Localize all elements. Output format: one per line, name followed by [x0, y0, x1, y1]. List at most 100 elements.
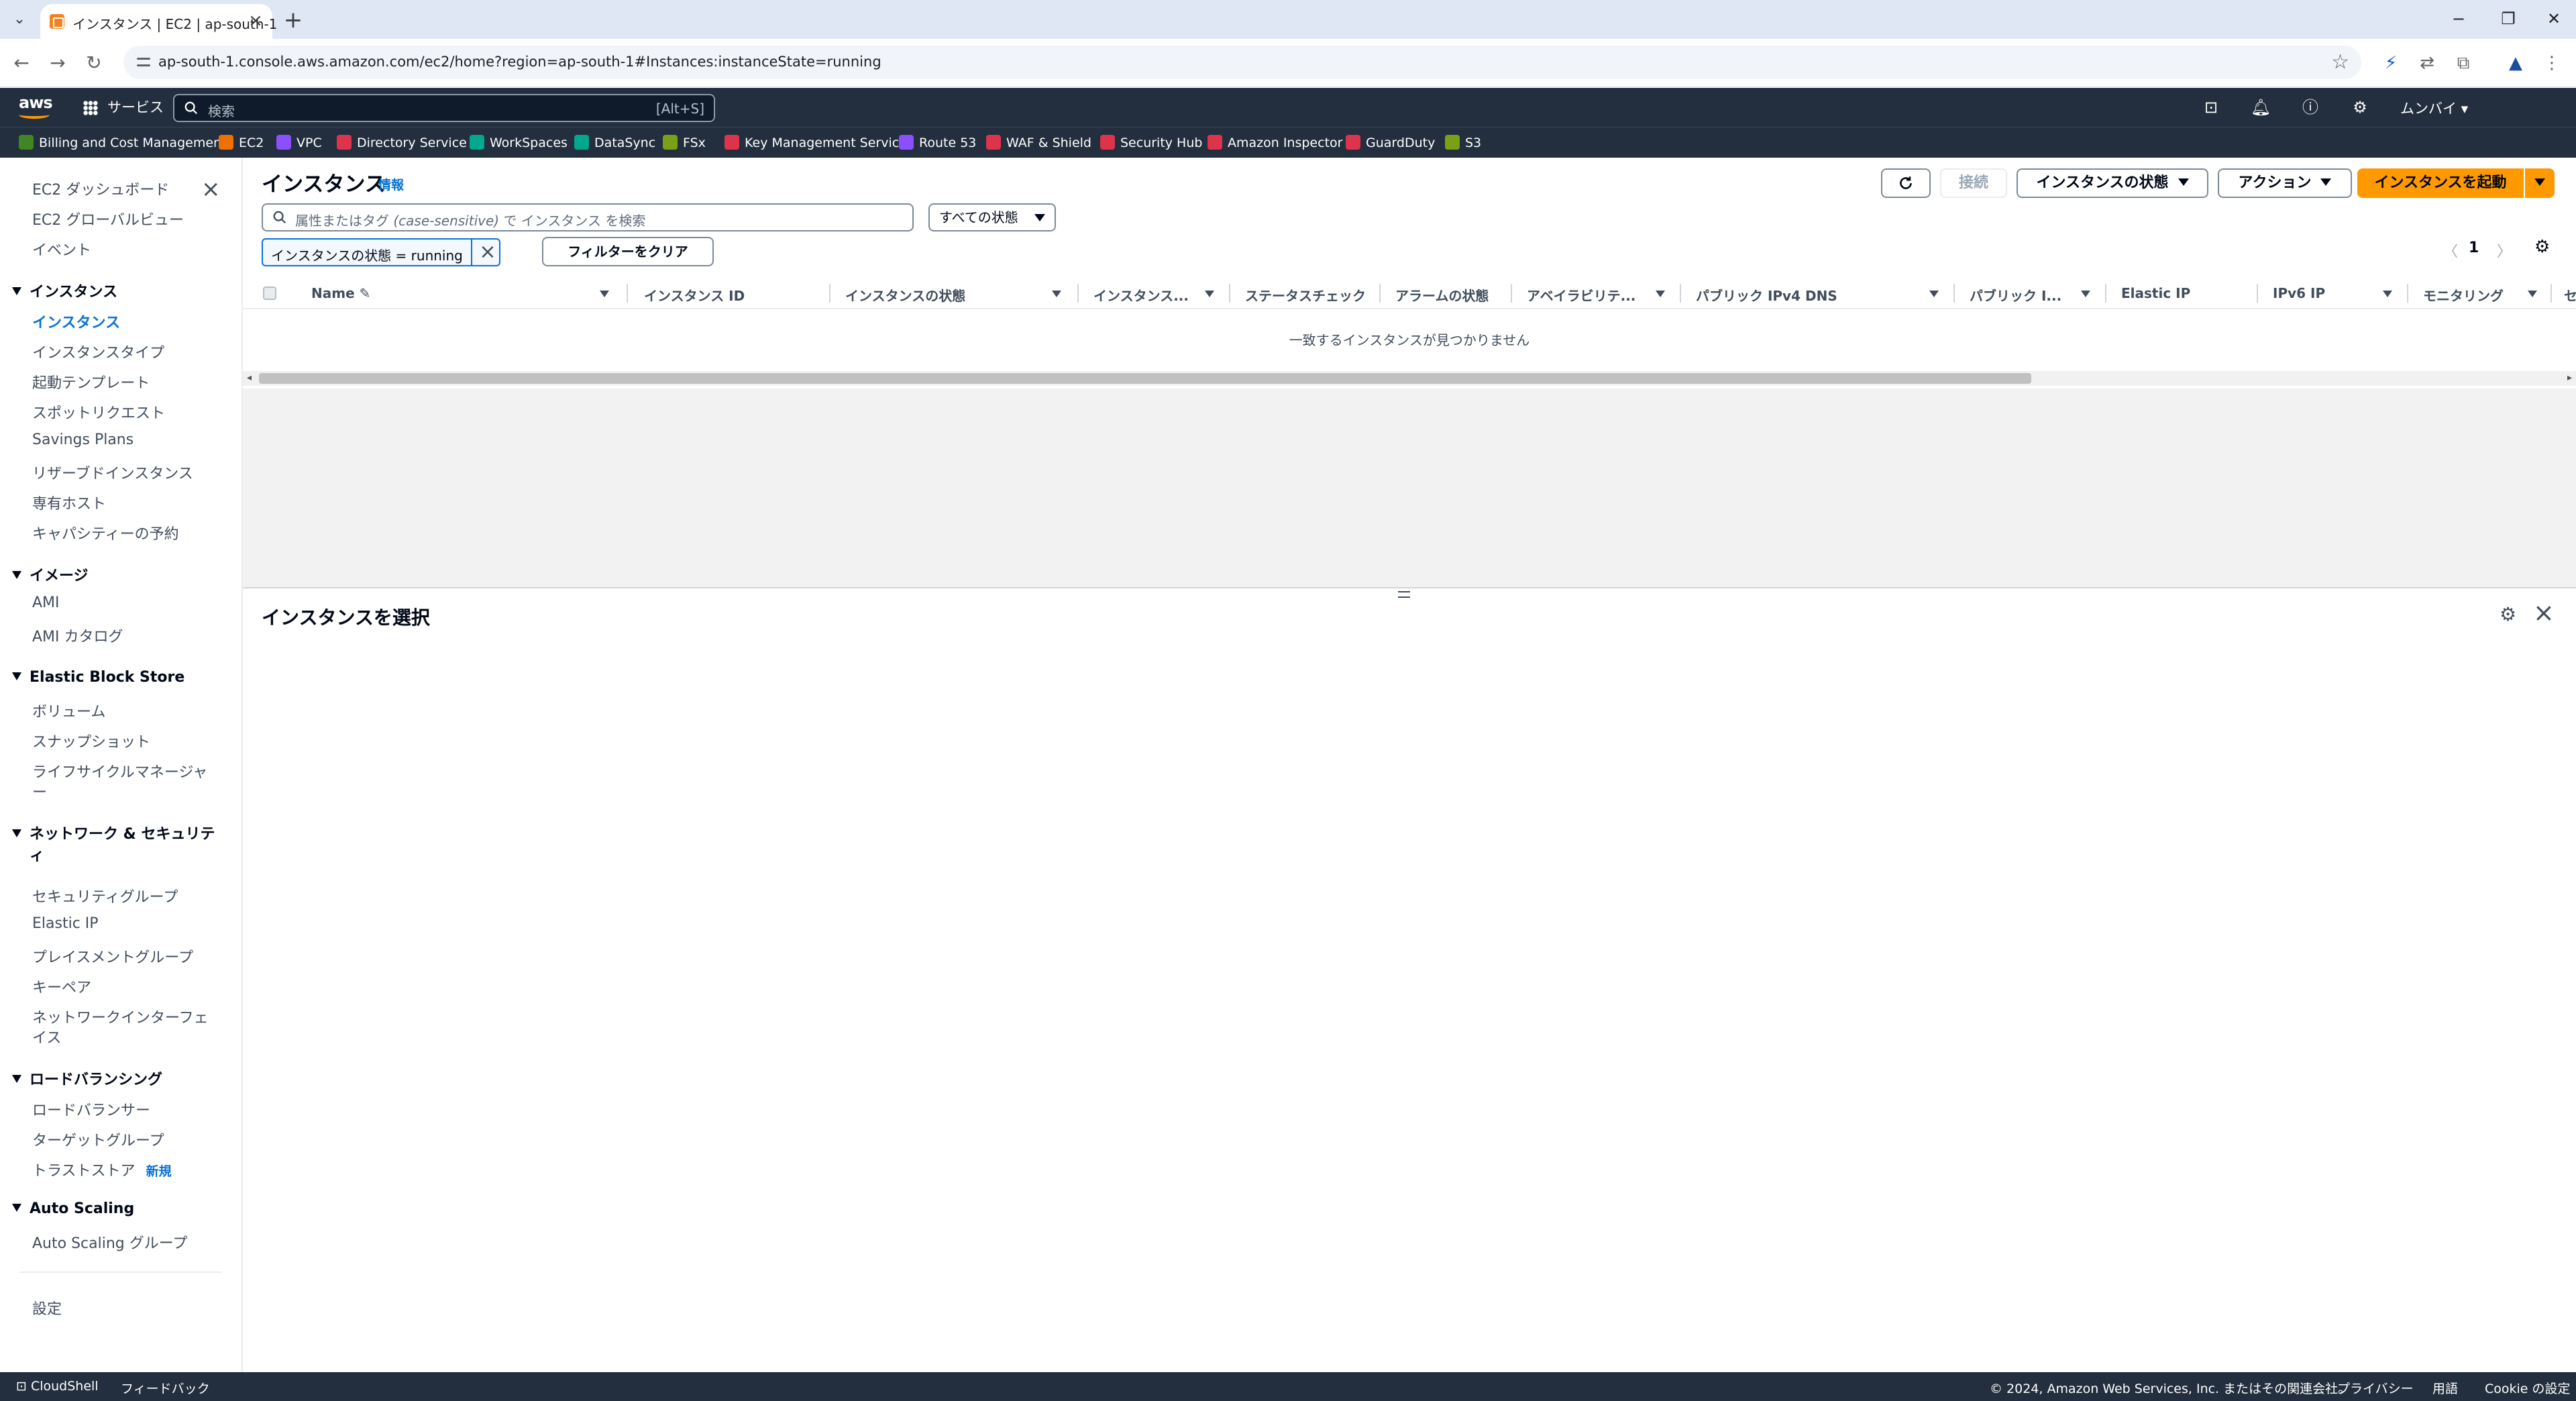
nav-settings[interactable]: 設定: [32, 1297, 62, 1318]
launch-instances-button[interactable]: インスタンスを起動: [2357, 168, 2524, 198]
feedback-link[interactable]: フィードバック: [121, 1379, 210, 1397]
scrollbar-thumb[interactable]: [259, 373, 2031, 384]
nav-security-groups[interactable]: セキュリティグループ: [32, 885, 178, 906]
nav-instance-types[interactable]: インスタンスタイプ: [32, 341, 164, 362]
profile-avatar-icon[interactable]: ▲: [2504, 51, 2528, 75]
column-header-instance-state[interactable]: インスタンスの状態: [845, 285, 965, 305]
column-header-instance-type[interactable]: インスタンス...: [1093, 285, 1189, 305]
services-menu-button[interactable]: サービス: [83, 97, 164, 117]
nav-target-groups[interactable]: ターゲットグループ: [32, 1129, 164, 1150]
sort-caret-icon[interactable]: [1052, 291, 1061, 297]
favorite-directory-service[interactable]: Directory Service: [337, 134, 467, 152]
nav-launch-templates[interactable]: 起動テンプレート: [32, 371, 150, 393]
aws-search-input[interactable]: 検索 [Alt+S]: [173, 94, 715, 122]
sort-caret-icon[interactable]: [2383, 291, 2392, 297]
launch-instances-dropdown[interactable]: [2525, 168, 2555, 198]
info-link[interactable]: 情報: [378, 175, 404, 193]
column-header-alarm-status[interactable]: アラームの状態: [1395, 285, 1489, 305]
nav-ami[interactable]: AMI: [32, 594, 60, 611]
nav-section-ebs[interactable]: Elastic Block Store: [12, 669, 184, 686]
column-header-availability-zone[interactable]: アベイラビリテ...: [1527, 285, 1635, 305]
column-header-security-group-partial[interactable]: セ: [2564, 285, 2576, 305]
connect-button[interactable]: 接続: [1940, 168, 2007, 198]
translate-extension-icon[interactable]: ⇄: [2415, 51, 2439, 75]
terms-link[interactable]: 用語: [2432, 1379, 2458, 1397]
column-header-name[interactable]: Name ✎: [311, 285, 370, 301]
back-arrow-icon[interactable]: ←: [8, 50, 35, 76]
nav-key-pairs[interactable]: キーペア: [32, 976, 91, 997]
tab-search-chevron-icon[interactable]: ⌄: [9, 9, 30, 30]
column-header-instance-id[interactable]: インスタンス ID: [644, 285, 745, 305]
next-page-chevron-icon[interactable]: 〉: [2497, 240, 2512, 261]
favorite-vpc[interactable]: VPC: [276, 134, 322, 152]
sort-caret-icon[interactable]: [2081, 291, 2090, 297]
cookie-settings-link[interactable]: Cookie の設定: [2485, 1379, 2571, 1397]
sort-caret-icon[interactable]: [1205, 291, 1214, 297]
nav-ec2-dashboard[interactable]: EC2 ダッシュボード: [32, 178, 169, 199]
nav-auto-scaling-groups[interactable]: Auto Scaling グループ: [32, 1231, 187, 1253]
column-header-public-ipv4-dns[interactable]: パブリック IPv4 DNS: [1696, 285, 1837, 305]
nav-elastic-ip[interactable]: Elastic IP: [32, 915, 99, 932]
sort-caret-icon[interactable]: [600, 291, 609, 297]
column-header-status-check[interactable]: ステータスチェック: [1245, 285, 1366, 305]
nav-ami-catalog[interactable]: AMI カタログ: [32, 625, 123, 646]
address-bar[interactable]: ap-south-1.console.aws.amazon.com/ec2/ho…: [123, 46, 2361, 79]
instance-state-filter-select[interactable]: すべての状態: [928, 203, 1056, 231]
nav-placement-groups[interactable]: プレイスメントグループ: [32, 945, 193, 967]
refresh-button[interactable]: [1881, 168, 1931, 198]
region-selector[interactable]: ムンバイ ▾: [2400, 98, 2468, 118]
nav-volumes[interactable]: ボリューム: [32, 700, 105, 721]
actions-dropdown[interactable]: アクション: [2218, 168, 2352, 198]
nav-section-auto-scaling[interactable]: Auto Scaling: [12, 1200, 134, 1217]
sort-caret-icon[interactable]: [1656, 291, 1665, 297]
scroll-left-arrow-icon[interactable]: ◂: [247, 372, 252, 383]
sort-caret-icon[interactable]: [1929, 291, 1939, 297]
nav-section-network-security[interactable]: ネットワーク & セキュリテ: [12, 822, 215, 843]
browser-tab-active[interactable]: インスタンス | EC2 | ap-south-1 ×: [40, 4, 277, 39]
nav-events[interactable]: イベント: [32, 238, 91, 260]
nav-load-balancers[interactable]: ロードバランサー: [32, 1098, 150, 1120]
column-header-monitoring[interactable]: モニタリング: [2423, 285, 2504, 305]
split-panel-close-icon[interactable]: ×: [2533, 598, 2555, 627]
notifications-bell-icon[interactable]: 🔔︎: [2250, 97, 2271, 118]
instance-search-input[interactable]: 属性またはタグ (case-sensitive) で インスタンス を検索: [262, 203, 914, 231]
previous-page-chevron-icon[interactable]: 〈: [2443, 240, 2458, 261]
close-window-icon[interactable]: ✕: [2537, 7, 2571, 31]
nav-lifecycle-manager-wrap[interactable]: ー: [32, 780, 47, 802]
favorite-datasync[interactable]: DataSync: [574, 134, 655, 152]
instance-state-dropdown[interactable]: インスタンスの状態: [2017, 168, 2208, 198]
reload-icon[interactable]: ↻: [80, 50, 107, 76]
scroll-right-arrow-icon[interactable]: ▸: [2567, 372, 2572, 383]
nav-dedicated-hosts[interactable]: 専有ホスト: [32, 492, 106, 513]
url-text[interactable]: ap-south-1.console.aws.amazon.com/ec2/ho…: [158, 54, 881, 70]
close-navigation-icon[interactable]: ×: [201, 178, 221, 201]
nav-spot-requests[interactable]: スポットリクエスト: [32, 401, 165, 423]
nav-network-interfaces[interactable]: ネットワークインターフェ: [32, 1006, 209, 1027]
nav-reserved-instances[interactable]: リザーブドインスタンス: [32, 462, 193, 483]
column-header-public-ipv4[interactable]: パブリック I...: [1970, 285, 2061, 305]
favorite-fsx[interactable]: FSx: [663, 134, 706, 152]
nav-ec2-global-view[interactable]: EC2 グローバルビュー: [32, 208, 184, 229]
table-horizontal-scrollbar[interactable]: ◂ ▸: [243, 371, 2576, 386]
nav-trust-stores[interactable]: トラストストア 新規: [32, 1159, 172, 1180]
cloudshell-link[interactable]: ⊡ CloudShell: [16, 1379, 99, 1394]
settings-gear-icon[interactable]: ⚙: [2349, 97, 2371, 118]
privacy-link[interactable]: プライバシー: [2337, 1379, 2414, 1397]
favorite-ec2[interactable]: EC2: [219, 134, 264, 152]
cloudshell-terminal-icon[interactable]: ⊡: [2200, 97, 2222, 118]
browser-menu-kebab-icon[interactable]: ⋮: [2540, 51, 2564, 75]
nav-section-instances[interactable]: インスタンス: [12, 280, 117, 301]
favorite-security-hub[interactable]: Security Hub: [1100, 134, 1202, 152]
site-info-tune-icon[interactable]: [136, 54, 153, 71]
nav-section-load-balancing[interactable]: ロードバランシング: [12, 1068, 162, 1089]
column-header-elastic-ip[interactable]: Elastic IP: [2121, 285, 2190, 301]
favorite-workspaces[interactable]: WorkSpaces: [470, 134, 568, 152]
bookmark-star-icon[interactable]: ☆: [2331, 51, 2349, 74]
nav-capacity-reservations[interactable]: キャパシティーの予約: [32, 522, 179, 543]
nav-network-interfaces-wrap[interactable]: イス: [32, 1026, 61, 1047]
lightning-extension-icon[interactable]: ⚡: [2379, 51, 2403, 75]
clear-filters-button[interactable]: フィルターをクリア: [542, 237, 714, 266]
split-panel-resize-handle-icon[interactable]: [1398, 591, 1410, 598]
split-panel-preferences-gear-icon[interactable]: ⚙: [2500, 603, 2516, 625]
nav-snapshots[interactable]: スナップショット: [32, 730, 150, 751]
